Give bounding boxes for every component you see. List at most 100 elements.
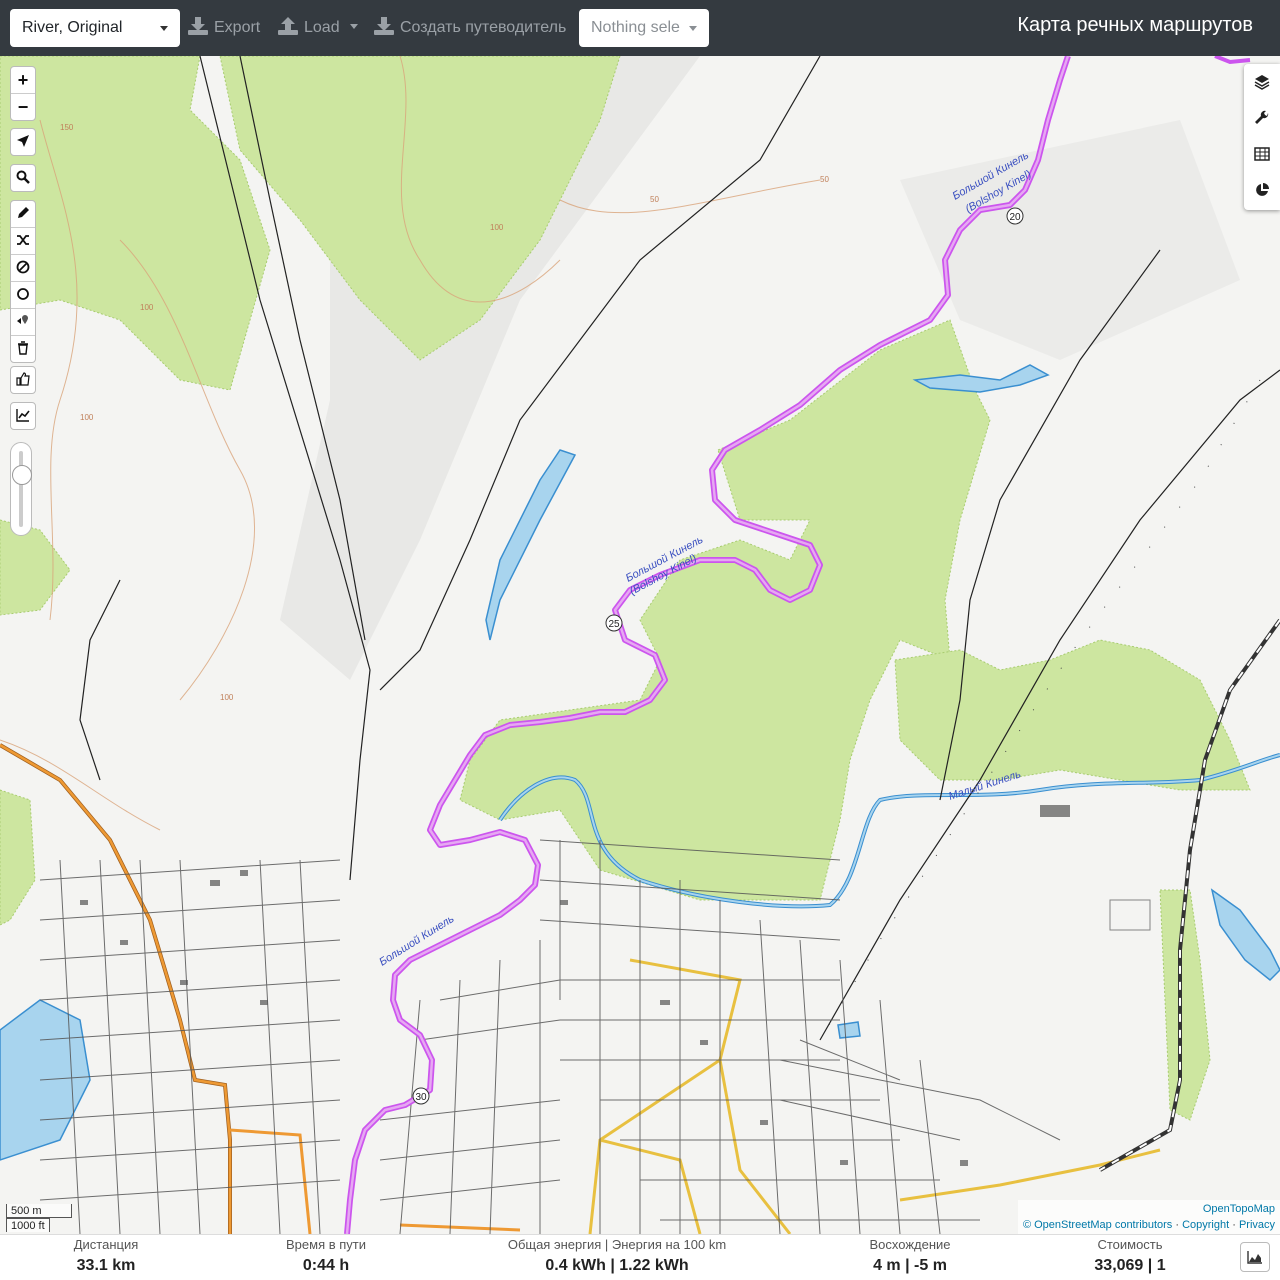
- chevron-down-icon: [689, 26, 697, 31]
- km-marker: 25: [605, 614, 623, 632]
- shuffle-icon: [17, 235, 29, 245]
- poi-button[interactable]: [11, 309, 35, 336]
- scale-metric: 500 m: [6, 1204, 72, 1218]
- lake: [837, 1021, 861, 1039]
- elevation-profile-button[interactable]: [1240, 1242, 1270, 1272]
- contour-label: 100: [140, 303, 154, 312]
- load-label: Load: [304, 19, 340, 36]
- stat-distance-label: Дистанция: [73, 1237, 139, 1252]
- contour-label: 100: [490, 223, 504, 232]
- draw-route-button[interactable]: [11, 201, 35, 228]
- search-control: [10, 164, 36, 192]
- search-button[interactable]: [11, 165, 35, 191]
- elevation-chart-button[interactable]: [11, 403, 35, 429]
- create-guide-button[interactable]: Создать путеводитель: [374, 9, 566, 47]
- delete-route-button[interactable]: [11, 336, 35, 362]
- table-icon: [1254, 147, 1270, 161]
- pencil-icon: [18, 207, 29, 218]
- contour-label: 50: [650, 195, 659, 204]
- privacy-link[interactable]: Privacy: [1239, 1219, 1275, 1231]
- export-label: Export: [214, 19, 261, 36]
- stat-distance-value: 33.1 km: [76, 1257, 136, 1274]
- thumbs-up-button[interactable]: [11, 367, 35, 393]
- create-guide-label: Создать путеводитель: [400, 19, 567, 36]
- km-marker: 20: [1006, 207, 1024, 225]
- layers-button[interactable]: [1244, 64, 1280, 100]
- zoom-out-button[interactable]: −: [11, 94, 35, 120]
- line-chart-icon: [16, 409, 30, 422]
- stat-time-value: 0:44 h: [302, 1257, 350, 1274]
- stat-time-label: Время в пути: [286, 1237, 366, 1252]
- stat-ascent-value: 4 m | -5 m: [873, 1257, 947, 1274]
- area-chart-icon: [1247, 1251, 1262, 1264]
- scale-bar: 500 m 1000 ft: [6, 1204, 72, 1232]
- download-icon: [188, 17, 208, 35]
- circle-button[interactable]: [11, 282, 35, 309]
- stat-cost-value: 33,069 | 1: [1094, 1257, 1166, 1274]
- upload-icon: [278, 17, 298, 35]
- app-title: Карта речных маршрутов: [1017, 14, 1253, 36]
- contour-label: 50: [820, 175, 829, 184]
- contour-label: 100: [220, 693, 234, 702]
- map-marker-icon: [17, 315, 28, 324]
- wrench-icon: [1255, 110, 1269, 124]
- search-icon: [16, 170, 30, 184]
- zoom-control: + −: [10, 66, 36, 121]
- route-stats-bar: Дистанция 33.1 km Время в пути 0:44 h Об…: [0, 1234, 1280, 1280]
- locate-button[interactable]: [11, 129, 35, 155]
- scale-imperial: 1000 ft: [6, 1218, 50, 1232]
- stat-distance: Дистанция 33.1 km: [56, 1237, 156, 1279]
- stat-energy-value: 0.4 kWh | 1.22 kWh: [545, 1257, 689, 1274]
- profile-select-value: River, Original: [22, 19, 123, 36]
- contour-label: 100: [80, 413, 94, 422]
- circle-icon: [17, 288, 29, 300]
- thumbs-up-icon: [16, 372, 30, 386]
- stat-time: Время в пути 0:44 h: [266, 1237, 386, 1279]
- settings-button[interactable]: [1244, 100, 1280, 136]
- trash-icon: [18, 341, 28, 355]
- top-navbar: River, Original Export Load Создать путе…: [0, 0, 1280, 56]
- km-marker-label: 30: [415, 1092, 427, 1103]
- stat-ascent-label: Восхождение: [869, 1237, 951, 1252]
- chevron-down-icon: [350, 24, 359, 29]
- pie-chart-icon: [1256, 183, 1269, 196]
- selection-dropdown[interactable]: Nothing sele: [579, 9, 709, 47]
- locate-control: [10, 128, 36, 156]
- opacity-slider[interactable]: [10, 442, 32, 536]
- stat-cost: Стоимость 33,069 | 1: [1080, 1237, 1180, 1279]
- edit-toolbar: [10, 200, 36, 363]
- copyright-link[interactable]: Copyright: [1182, 1219, 1229, 1231]
- download-icon: [374, 17, 394, 35]
- stat-ascent: Восхождение 4 m | -5 m: [850, 1237, 970, 1279]
- map-options-control: [1244, 64, 1280, 210]
- nogo-area-button[interactable]: [11, 255, 35, 282]
- attribution: OpenTopoMap © OpenStreetMap contributors…: [1017, 1200, 1280, 1234]
- contour-label: 150: [60, 123, 74, 132]
- km-marker-label: 20: [1009, 212, 1021, 223]
- osm-contributors-link[interactable]: © OpenStreetMap contributors: [1023, 1219, 1172, 1231]
- topo-map[interactable]: 20 25 30 Большой Кинель (Bolshoy Kinel) …: [0, 56, 1280, 1234]
- profile-select[interactable]: River, Original: [10, 9, 180, 47]
- location-arrow-icon: [17, 135, 29, 147]
- layers-icon: [1254, 75, 1270, 90]
- stat-energy: Общая энергия | Энергия на 100 km 0.4 kW…: [497, 1237, 737, 1279]
- load-button[interactable]: Load: [278, 9, 359, 47]
- reverse-route-button[interactable]: [11, 228, 35, 255]
- map-canvas[interactable]: 20 25 30 Большой Кинель (Bolshoy Kinel) …: [0, 56, 1280, 1234]
- opacity-slider-track: [19, 451, 23, 527]
- opentopomap-link[interactable]: OpenTopoMap: [1203, 1203, 1275, 1215]
- stat-energy-label: Общая энергия | Энергия на 100 km: [507, 1237, 727, 1252]
- selection-dropdown-value: Nothing sele: [591, 19, 680, 36]
- stat-cost-label: Стоимость: [1097, 1237, 1163, 1252]
- ban-icon: [16, 260, 30, 274]
- chevron-down-icon: [160, 26, 168, 31]
- opacity-slider-handle[interactable]: [12, 465, 32, 485]
- analysis-button[interactable]: [1244, 172, 1280, 208]
- feedback-control: [10, 366, 36, 394]
- data-table-button[interactable]: [1244, 136, 1280, 172]
- export-button[interactable]: Export: [188, 9, 260, 47]
- km-marker-label: 25: [608, 619, 620, 630]
- elevation-control: [10, 402, 36, 430]
- zoom-in-button[interactable]: +: [11, 67, 35, 94]
- km-marker: 30: [412, 1087, 430, 1105]
